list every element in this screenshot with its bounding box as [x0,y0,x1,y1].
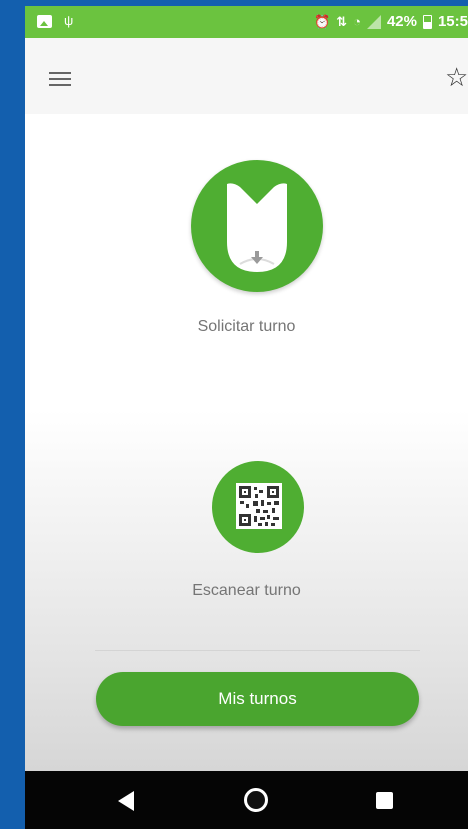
star-outline-icon[interactable]: ☆ [445,62,468,92]
qr-code-icon [236,483,282,529]
back-icon[interactable] [118,791,134,811]
home-icon[interactable] [244,788,268,812]
escanear-turno-label[interactable]: Escanear turno [25,582,468,600]
solicitar-turno-button[interactable] [191,160,323,292]
menu-icon[interactable] [49,72,71,86]
phone-screen: ψ ⏰ ⇅ ◔ 42% 15:5 ☆ Solicitar turno Escan… [25,6,468,829]
divider [95,650,420,651]
battery-icon [422,14,432,29]
main-content: Solicitar turno Escanear turno Mis turno… [25,114,468,771]
app-bar: ☆ [25,38,468,114]
device-frame-left [0,0,25,829]
battery-percent: 42% [386,13,417,30]
ticket-logo-icon [227,183,287,272]
alarm-icon: ⏰ [313,13,331,29]
wifi-icon: ◔ [353,13,361,29]
solicitar-turno-label[interactable]: Solicitar turno [25,318,468,336]
navigation-bar [25,771,468,829]
recents-icon[interactable] [376,792,393,809]
status-bar: ψ ⏰ ⇅ ◔ 42% 15:5 [25,6,468,38]
signal-icon [366,14,381,29]
escanear-turno-button[interactable] [212,461,304,553]
vibrate-icon: ⇅ [336,13,348,29]
antenna-icon: ψ [64,13,74,28]
image-icon [37,14,52,28]
status-time: 15:5 [437,13,468,30]
mis-turnos-button[interactable]: Mis turnos [96,672,419,726]
